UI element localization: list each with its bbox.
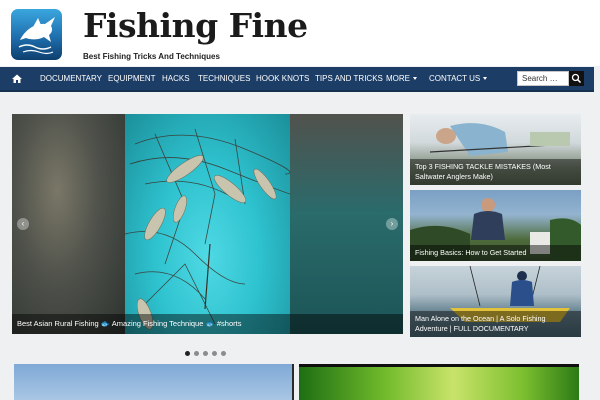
home-button[interactable] <box>5 67 29 90</box>
side-post-card[interactable]: Man Alone on the Ocean | A Solo Fishing … <box>410 266 581 337</box>
site-header: Fishing Fine Best Fishing Tricks And Tec… <box>0 0 600 66</box>
nav-item-more[interactable]: MORE <box>386 67 417 90</box>
slider-dot[interactable] <box>203 351 208 356</box>
site-logo[interactable] <box>11 9 62 60</box>
site-title[interactable]: Fishing Fine <box>83 6 308 45</box>
slider-dot[interactable] <box>194 351 199 356</box>
slider-next-button[interactable]: › <box>386 218 398 230</box>
nav-item-hacks[interactable]: HACKS <box>162 67 190 90</box>
featured-slider[interactable]: ‹ › Best Asian Rural Fishing 🐟 Amazing F… <box>12 114 403 334</box>
nav-item-techniques[interactable]: TECHNIQUES <box>198 67 250 90</box>
nav-item-equipment[interactable]: EQUIPMENT <box>108 67 156 90</box>
slide-caption[interactable]: Best Asian Rural Fishing 🐟 Amazing Fishi… <box>12 314 403 334</box>
thumbnail-border <box>299 364 579 367</box>
slider-prev-button[interactable]: ‹ <box>17 218 29 230</box>
nav-item-hook-knots[interactable]: HOOK KNOTS <box>256 67 309 90</box>
nav-item-label: HACKS <box>162 74 190 83</box>
nav-item-label: DOCUMENTARY <box>40 74 102 83</box>
post-thumbnail[interactable] <box>299 364 579 400</box>
main-nav: DOCUMENTARY EQUIPMENT HACKS TECHNIQUES H… <box>0 67 594 92</box>
side-post-card[interactable]: Top 3 FISHING TACKLE MISTAKES (Most Salt… <box>410 114 581 185</box>
nav-item-label: TIPS AND TRICKS <box>315 74 383 83</box>
nav-item-label: HOOK KNOTS <box>256 74 310 83</box>
slider-dot[interactable] <box>221 351 226 356</box>
side-post-card[interactable]: Fishing Basics: How to Get Started <box>410 190 581 261</box>
side-post-title: Top 3 FISHING TACKLE MISTAKES (Most Salt… <box>410 159 581 185</box>
search-input[interactable]: Search … <box>517 71 569 86</box>
nav-item-label: EQUIPMENT <box>108 74 156 83</box>
nav-item-tips-and-tricks[interactable]: TIPS AND TRICKS <box>315 67 383 90</box>
marlin-icon <box>18 17 55 55</box>
caret-down-icon <box>413 77 417 81</box>
slider-dot[interactable] <box>185 351 190 356</box>
search-button[interactable] <box>569 71 584 86</box>
side-post-title: Man Alone on the Ocean | A Solo Fishing … <box>410 311 581 337</box>
side-post-title: Fishing Basics: How to Get Started <box>410 245 581 261</box>
slider-dot[interactable] <box>212 351 217 356</box>
slider-dots <box>185 343 230 356</box>
nav-item-label: TECHNIQUES <box>198 74 251 83</box>
caret-down-icon <box>483 77 488 81</box>
nav-item-label: CONTACT US <box>429 74 481 83</box>
nav-item-label: MORE <box>386 74 410 83</box>
home-icon <box>12 74 22 83</box>
fishing-net-illustration <box>125 128 290 330</box>
post-thumbnail[interactable] <box>14 364 294 400</box>
site-tagline: Best Fishing Tricks And Techniques <box>83 52 220 61</box>
thumbnail-divider <box>292 364 294 400</box>
nav-item-documentary[interactable]: DOCUMENTARY <box>40 67 102 90</box>
nav-item-contact-us[interactable]: CONTACT US <box>429 67 488 90</box>
search-icon <box>571 73 582 84</box>
